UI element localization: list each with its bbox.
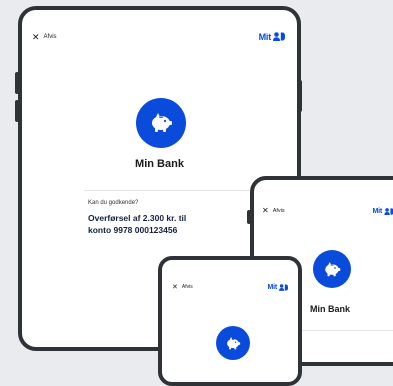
close-icon: ✕ [262,206,269,215]
mitid-logo-icon [273,28,285,46]
mitid-logo-icon [384,202,393,220]
phone-small-reject-button[interactable]: ✕ Afvis [172,284,193,291]
phone-small-topbar: ✕ Afvis Mit [162,278,298,296]
divider [294,330,393,331]
transfer-detail-line1: Overførsel af 2.300 kr. til [88,213,187,223]
mitid-logo: Mit [267,278,288,296]
piggy-bank-icon [227,336,241,349]
phone-small-device: ✕ Afvis Mit [158,256,302,386]
transfer-detail-line2: konto 9978 000123456 [88,225,178,235]
bank-logo [313,250,351,288]
close-icon: ✕ [32,31,40,42]
bank-logo [216,326,250,360]
phone-right-topbar: ✕ Afvis Mit [254,202,393,220]
piggy-bank-icon [152,113,172,132]
close-label: Afvis [272,208,285,214]
tablet-reject-button[interactable]: ✕ Afvis [32,31,57,42]
divider [84,190,277,191]
close-label: Afvis [181,284,193,290]
tablet-topbar: ✕ Afvis Mit [22,28,297,46]
mitid-logo: Mit [259,28,285,46]
mitid-logo: Mit [372,202,393,220]
bank-name: Min Bank [135,158,184,170]
close-icon: ✕ [172,283,178,291]
close-label: Afvis [43,34,57,40]
piggy-bank-icon [325,261,341,276]
approval-question: Kan du godkende? [88,200,139,206]
phone-right-reject-button[interactable]: ✕ Afvis [262,207,285,215]
bank-logo [136,98,186,148]
mitid-logo-icon [279,278,288,296]
